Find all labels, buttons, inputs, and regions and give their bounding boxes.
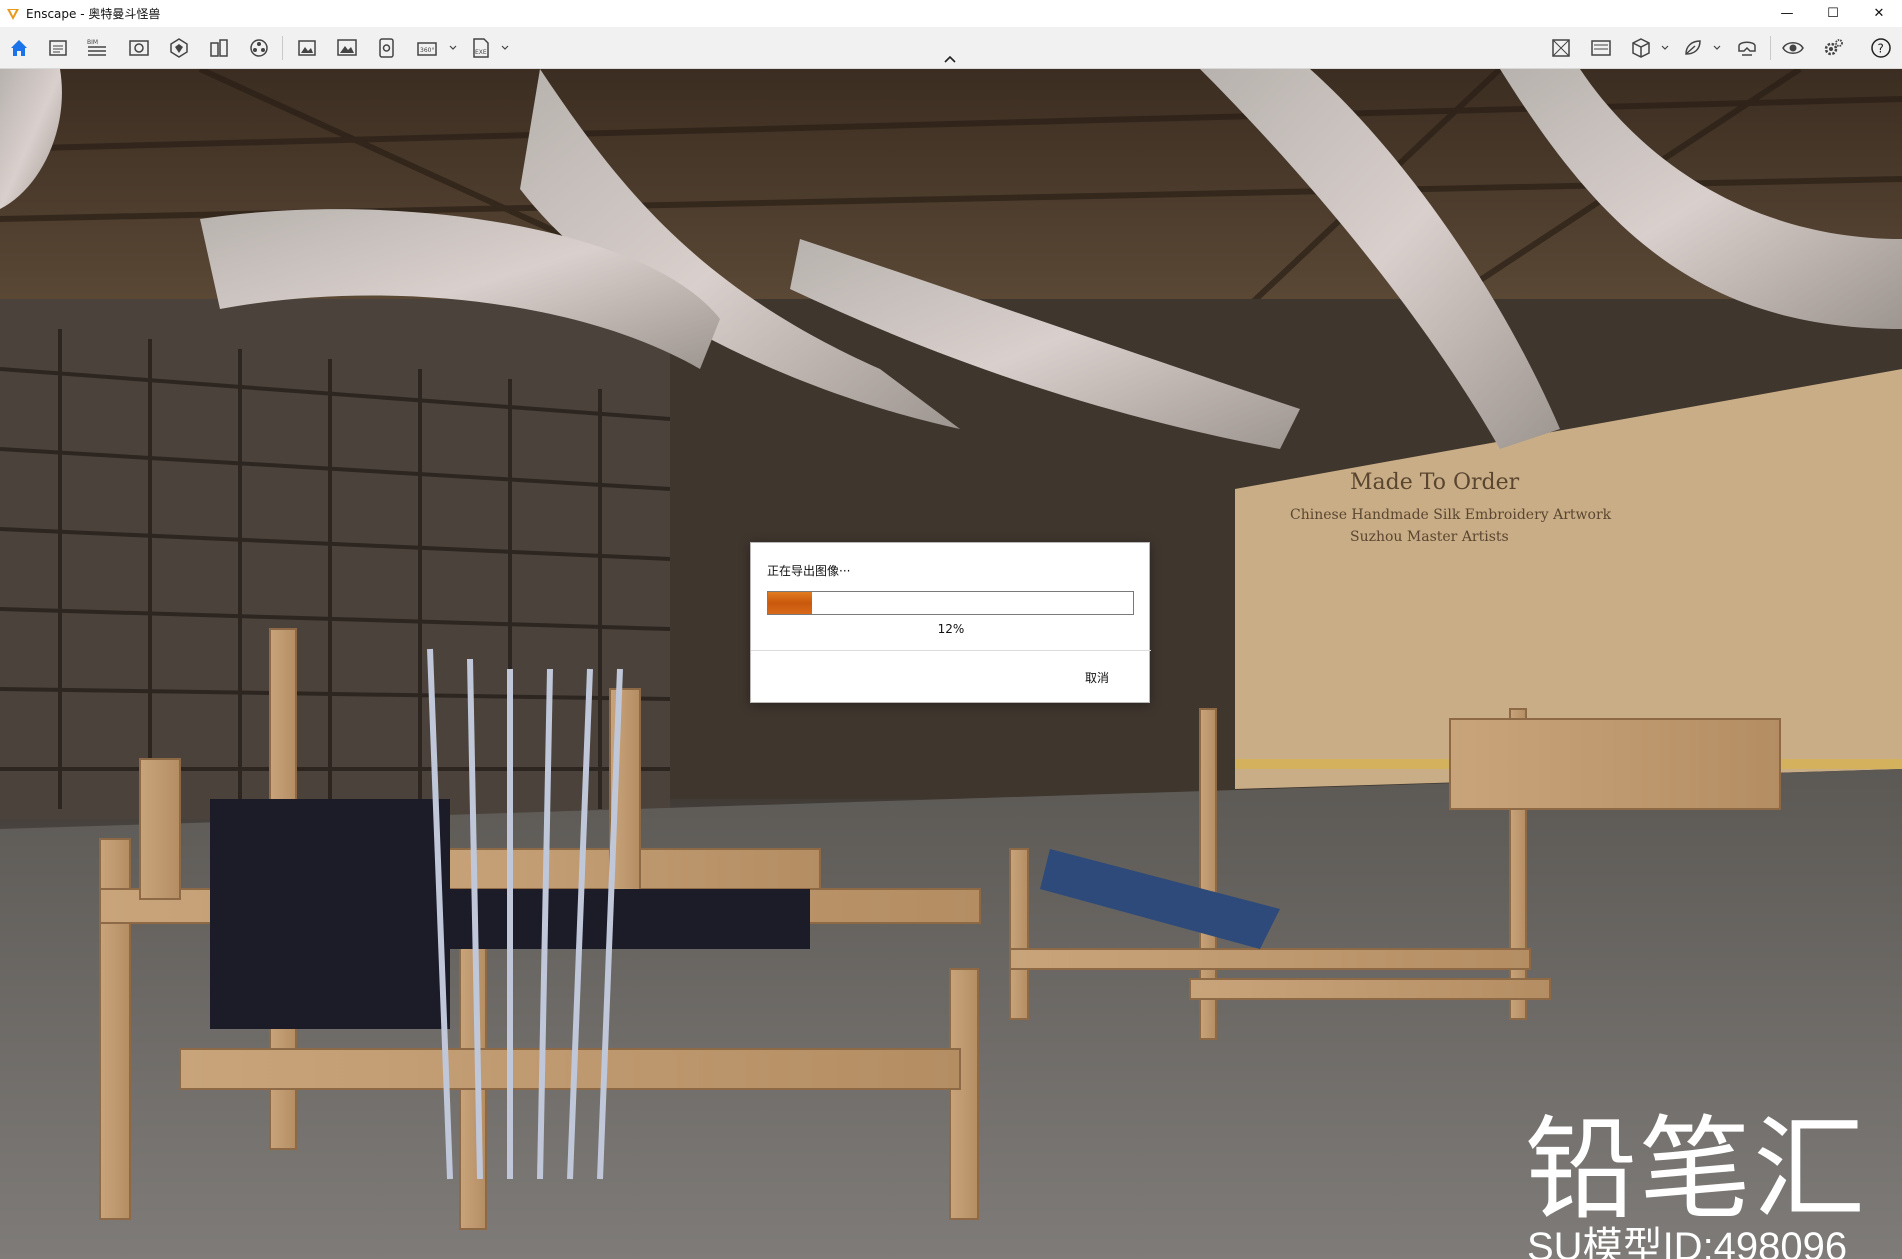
svg-text:EXE: EXE xyxy=(475,49,487,56)
export-exe-button[interactable]: EXE xyxy=(468,35,494,61)
close-button[interactable]: ✕ xyxy=(1856,0,1902,27)
atmosphere-button[interactable] xyxy=(246,35,272,61)
svg-text:?: ? xyxy=(1878,42,1884,56)
material-editor-icon xyxy=(1591,40,1611,56)
materials-button[interactable] xyxy=(166,35,192,61)
site-context-icon xyxy=(210,39,228,57)
video-button[interactable]: 360° xyxy=(414,35,440,61)
export-dropdown-button[interactable] xyxy=(500,39,510,57)
dialog-divider xyxy=(751,650,1151,651)
progress-bar xyxy=(767,591,1134,615)
view-management-icon xyxy=(129,40,149,56)
progress-bar-fill xyxy=(768,592,812,614)
render-image-icon xyxy=(298,40,316,56)
panorama-icon xyxy=(379,38,394,58)
screenshot-panel-icon xyxy=(49,40,67,56)
chevron-up-icon xyxy=(944,55,956,63)
export-exe-icon: EXE xyxy=(473,38,489,58)
batch-render-icon xyxy=(337,39,357,56)
help-icon: ? xyxy=(1871,38,1891,58)
chevron-down-icon xyxy=(1661,45,1669,50)
views-button[interactable] xyxy=(126,35,152,61)
toolbar-separator xyxy=(282,36,283,60)
chevron-down-icon xyxy=(501,45,509,50)
enscape-logo-icon xyxy=(7,8,19,20)
asset-library-button[interactable] xyxy=(1548,35,1574,61)
atmosphere-icon xyxy=(250,39,268,57)
upload-icon xyxy=(1685,40,1701,55)
asset-library-icon xyxy=(1552,39,1570,57)
panorama-button[interactable] xyxy=(374,35,400,61)
maximize-button[interactable]: ☐ xyxy=(1810,0,1856,27)
material-editor-button[interactable] xyxy=(1588,35,1614,61)
home-icon xyxy=(11,40,27,56)
help-button[interactable]: ? xyxy=(1868,35,1894,61)
vr-headset-icon xyxy=(1738,41,1756,56)
visual-settings-icon xyxy=(1782,42,1804,54)
material-icon xyxy=(170,38,188,58)
visual-settings-button[interactable] xyxy=(1780,35,1806,61)
settings-button[interactable] xyxy=(1820,35,1846,61)
window-controls: — ☐ ✕ xyxy=(1764,0,1902,27)
home-button[interactable] xyxy=(6,35,32,61)
minimize-button[interactable]: — xyxy=(1764,0,1810,27)
cube-button[interactable] xyxy=(1628,35,1654,61)
batch-render-button[interactable] xyxy=(334,35,360,61)
cancel-button[interactable]: 取消 xyxy=(1085,669,1109,686)
svg-text:BIM: BIM xyxy=(87,39,98,46)
progress-percent: 12% xyxy=(937,622,965,636)
settings-icon xyxy=(1824,39,1843,56)
watermark-title: 铅笔汇 xyxy=(1525,1105,1867,1235)
main-toolbar: BIM 360° EXE ? xyxy=(0,27,1902,69)
title-bar: Enscape - 奥特曼斗怪兽 — ☐ ✕ xyxy=(0,0,1902,27)
bim-icon: BIM xyxy=(87,39,106,56)
window-title: Enscape - 奥特曼斗怪兽 xyxy=(26,7,161,21)
sign-subtitle: Chinese Handmade Silk Embroidery Artwork xyxy=(1290,507,1612,523)
cube-icon xyxy=(1632,38,1650,58)
video-icon: 360° xyxy=(417,42,437,56)
bim-button[interactable]: BIM xyxy=(84,35,110,61)
dialog-title: 正在导出图像··· xyxy=(767,564,851,578)
vr-headset-button[interactable] xyxy=(1734,35,1760,61)
video-dropdown-button[interactable] xyxy=(448,39,458,57)
chevron-down-icon xyxy=(1713,45,1721,50)
upload-dropdown-button[interactable] xyxy=(1712,39,1722,57)
chevron-down-icon xyxy=(449,45,457,50)
upload-button[interactable] xyxy=(1680,35,1706,61)
site-context-button[interactable] xyxy=(206,35,232,61)
render-image-button[interactable] xyxy=(294,35,320,61)
watermark-model-id: SU模型ID:498096 xyxy=(1527,1225,1848,1259)
sign-title: Made To Order xyxy=(1350,470,1520,495)
svg-text:360°: 360° xyxy=(420,47,434,54)
sign-line: Suzhou Master Artists xyxy=(1350,529,1509,545)
collapse-toolbar-button[interactable] xyxy=(940,52,960,66)
export-progress-dialog: 正在导出图像··· 12% 取消 xyxy=(750,542,1151,703)
cube-dropdown-button[interactable] xyxy=(1660,39,1670,57)
toolbar-separator xyxy=(1770,36,1771,60)
screenshots-button[interactable] xyxy=(45,35,71,61)
